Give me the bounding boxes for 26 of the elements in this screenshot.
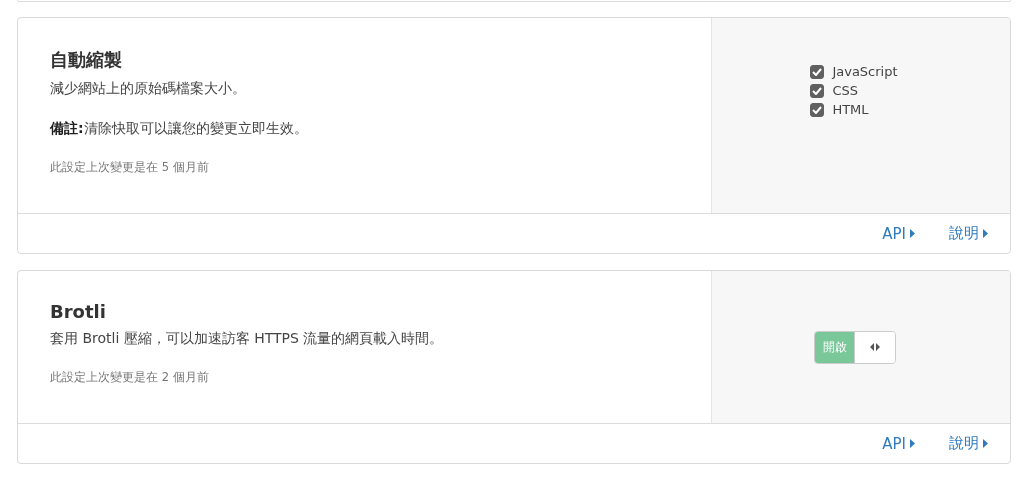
check-icon xyxy=(812,86,823,95)
card-title: 自動縮製 xyxy=(50,48,123,72)
checkbox[interactable] xyxy=(810,64,825,79)
caret-right-icon xyxy=(983,439,988,448)
footer-link[interactable]: 說明 xyxy=(949,224,988,243)
check-icon xyxy=(812,105,823,114)
description-text: 減少網站上的原始碼檔案大小。 xyxy=(50,80,247,98)
check-icon xyxy=(812,67,823,76)
footer-link[interactable]: API xyxy=(882,434,915,453)
card-title: Brotli xyxy=(50,301,107,322)
caret-right-icon xyxy=(910,439,915,448)
checkbox[interactable] xyxy=(810,102,825,117)
description-text: 套用 Brotli 壓縮，可以加速訪客 HTTPS 流量的網頁載入時間。 xyxy=(50,330,445,348)
caret-right-icon xyxy=(910,229,915,238)
last-modified-text: 此設定上次變更是在 5 個月前 xyxy=(50,160,210,175)
caret-right-icon xyxy=(983,229,988,238)
checkbox[interactable] xyxy=(810,83,825,98)
footer-link[interactable]: API xyxy=(882,224,915,243)
checkbox-option[interactable]: HTML xyxy=(810,102,898,117)
toggle-knob[interactable] xyxy=(854,331,895,363)
checkbox-option[interactable]: CSS xyxy=(810,83,898,98)
last-modified-text: 此設定上次變更是在 2 個月前 xyxy=(50,370,210,385)
left-right-arrows-icon xyxy=(870,343,880,351)
description-text: 備註:清除快取可以讓您的變更立即生效。 xyxy=(50,120,309,138)
checkbox-option[interactable]: JavaScript xyxy=(810,64,898,79)
footer-link[interactable]: 說明 xyxy=(949,434,988,453)
